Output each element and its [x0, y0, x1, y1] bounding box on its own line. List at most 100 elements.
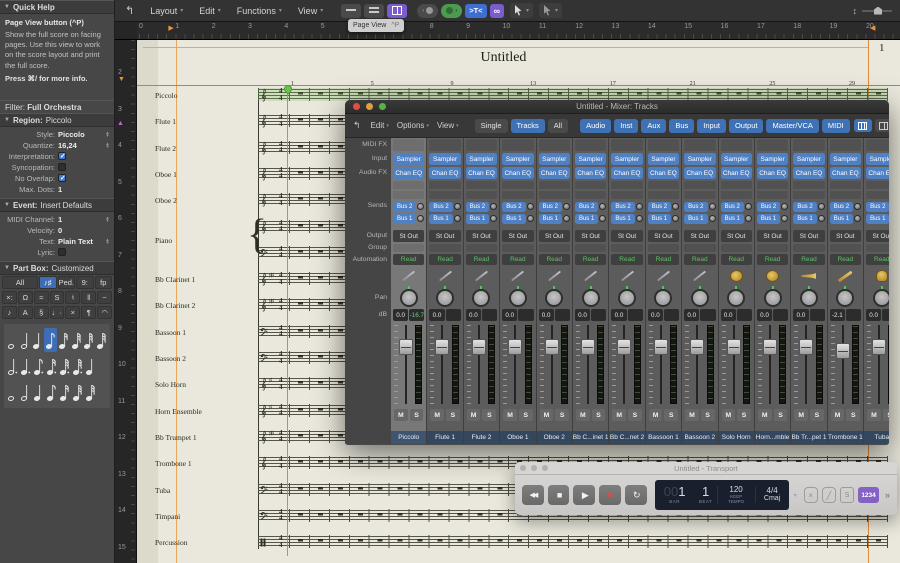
solo-button[interactable]: S [737, 409, 751, 421]
audio-fx-slot-button[interactable]: Chan EQ [465, 167, 498, 179]
menu-edit[interactable]: Edit ▾ [191, 0, 229, 21]
send-bus-button[interactable]: Bus 2 [829, 201, 854, 212]
staff-system[interactable]: 44 [258, 535, 888, 549]
send-slot[interactable]: Bus 1 [756, 213, 789, 224]
mixer-window[interactable]: Untitled - Mixer: Tracks ↰ Edit ▾ Options ▾… [345, 100, 889, 445]
page-view-button[interactable] [387, 3, 408, 18]
glissando-icon[interactable]: ≈ [33, 291, 49, 304]
strip-view-button[interactable] [853, 119, 872, 132]
send-level-knob[interactable] [417, 215, 425, 222]
group-slot[interactable] [756, 244, 789, 252]
pan-knob[interactable] [581, 286, 600, 307]
send-bus-button[interactable]: Bus 2 [611, 201, 635, 212]
output-slot-button[interactable]: St Out [756, 230, 789, 242]
send-slot[interactable]: Bus 1 [611, 213, 643, 224]
input-slot-button[interactable]: Sampler [393, 153, 425, 165]
region-param-value[interactable] [58, 162, 114, 173]
lcd-beat[interactable]: 1 BEAT [695, 485, 717, 504]
note-8·8-icon[interactable] [84, 354, 97, 378]
group-slot[interactable] [465, 244, 498, 252]
midi-fx-slot[interactable] [393, 139, 425, 151]
send-bus-button[interactable]: Bus 1 [574, 213, 599, 224]
mixer-filter-master-vca-button[interactable]: Master/VCA [766, 118, 819, 133]
volume-value[interactable]: 0.0 [393, 309, 409, 321]
zoom-slider-thumb[interactable] [874, 6, 882, 15]
send-bus-button[interactable]: Bus 2 [465, 201, 490, 212]
count-in-button[interactable]: 1234 [858, 487, 879, 503]
volume-value[interactable]: 0.0 [647, 309, 663, 321]
group-slot[interactable] [684, 244, 716, 252]
output-slot-button[interactable]: St Out [829, 230, 862, 242]
arpeggio-icon[interactable]: S [49, 291, 65, 304]
channel-fader[interactable] [684, 323, 715, 408]
output-slot-button[interactable]: St Out [866, 230, 889, 242]
fader-cap[interactable] [653, 339, 668, 355]
event-header[interactable]: ▼ Event: Insert Defaults [0, 198, 114, 212]
solo-button[interactable]: S [882, 409, 889, 421]
midi-fx-slot[interactable] [429, 139, 461, 151]
send-level-knob[interactable] [672, 215, 680, 222]
send-level-knob[interactable] [672, 203, 680, 210]
empty-fx-slots[interactable] [574, 181, 607, 199]
part-box-header[interactable]: ▼ Part Box: Customized [0, 261, 114, 275]
audio-fx-slot-button[interactable]: Chan EQ [574, 167, 607, 179]
part-box-all-button[interactable]: All [2, 276, 39, 289]
lcd-tempo[interactable]: 120 KEEP TEMPO [716, 486, 755, 504]
send-bus-button[interactable]: Bus 2 [720, 201, 744, 212]
solo-button[interactable]: S [555, 409, 569, 421]
pilcrow-icon[interactable]: ¶ [81, 306, 97, 319]
send-slot[interactable]: Bus 1 [866, 213, 889, 224]
fader-cap[interactable] [762, 339, 777, 355]
solo-button[interactable]: S [664, 409, 679, 421]
channel-fader[interactable] [721, 323, 752, 408]
send-level-knob[interactable] [562, 215, 570, 222]
group-slot[interactable] [829, 244, 862, 252]
note-64dot-icon[interactable] [71, 354, 84, 378]
bar-ruler[interactable]: 0123456789101112131415161718192021▶◀ [137, 22, 900, 40]
audio-fx-slot-button[interactable]: Chan EQ [502, 167, 534, 179]
note-w-icon[interactable] [6, 328, 19, 352]
track-name[interactable]: Piccolo [391, 431, 427, 444]
solo-button[interactable]: S [846, 409, 861, 421]
trill-icon[interactable]: ~ [97, 291, 113, 304]
input-slot-button[interactable]: Sampler [756, 153, 789, 165]
send-bus-button[interactable]: Bus 1 [429, 213, 453, 224]
send-slot[interactable]: Bus 1 [647, 213, 680, 224]
fader-cap[interactable] [690, 339, 705, 355]
send-bus-button[interactable]: Bus 1 [684, 213, 708, 224]
note-h-icon[interactable] [19, 380, 32, 404]
automation-mode-button[interactable]: Read [538, 254, 570, 265]
send-level-knob[interactable] [490, 203, 498, 210]
region-param-value[interactable]: Piccolo [58, 130, 103, 139]
output-slot-button[interactable]: St Out [465, 230, 498, 242]
channel-strip[interactable]: Sampler Chan EQ Bus 2 Bus 1 St Out Read 0.0 M S O… [536, 138, 573, 444]
channel-fader[interactable] [757, 323, 788, 408]
empty-fx-slots[interactable] [647, 181, 680, 199]
solo-button[interactable]: S [628, 409, 642, 421]
automation-mode-button[interactable]: Read [465, 254, 498, 265]
midi-fx-slot[interactable] [502, 139, 534, 151]
send-level-knob[interactable] [417, 203, 425, 210]
track-name[interactable]: Bb C...net 2 [609, 431, 645, 444]
audio-fx-slot-button[interactable]: Chan EQ [866, 167, 889, 179]
region-param-checkbox[interactable] [58, 151, 66, 160]
pan-knob[interactable] [654, 286, 673, 307]
tuplet-icon[interactable]: ×: [2, 291, 17, 304]
pan-knob[interactable] [399, 286, 418, 307]
vertical-zoom-icon[interactable]: ↕ [853, 6, 858, 16]
mixer-filter-bus-button[interactable]: Bus [669, 118, 695, 133]
output-slot-button[interactable]: St Out [720, 230, 752, 242]
note-128-icon[interactable] [95, 328, 108, 352]
volume-value[interactable]: -2.1 [829, 309, 845, 321]
pencil-quick-edit-button[interactable]: ╱ [821, 487, 836, 503]
channel-fader[interactable] [429, 323, 460, 408]
fader-cap[interactable] [726, 339, 741, 355]
midi-fx-slot[interactable] [866, 139, 889, 151]
track-name[interactable]: Horn...mble [754, 431, 791, 444]
midi-fx-slot[interactable] [756, 139, 789, 151]
region-param-value[interactable]: 16,24 [58, 141, 103, 150]
region-param-checkbox[interactable] [58, 173, 66, 182]
solo-button[interactable]: S [446, 409, 460, 421]
channel-fader[interactable] [539, 323, 570, 408]
pan-knob[interactable] [436, 286, 455, 307]
